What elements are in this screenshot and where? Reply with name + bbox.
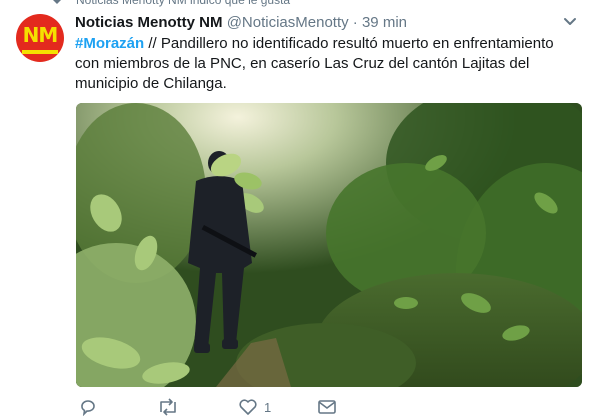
chevron-down-icon[interactable]: [563, 17, 577, 27]
tweet-body: // Pandillero no identificado resultó mu…: [75, 35, 554, 92]
like-icon: [239, 399, 257, 415]
avatar-logo: NM: [22, 23, 59, 47]
hashtag-link[interactable]: #Morazán: [75, 35, 144, 52]
reply-icon: [81, 400, 95, 416]
retweet-button[interactable]: [157, 398, 179, 418]
direct-message-button[interactable]: [317, 398, 337, 418]
tweet-header: Noticias Menotty NM @NoticiasMenotty · 3…: [75, 13, 407, 33]
avatar[interactable]: NM: [16, 14, 64, 62]
avatar-band: [22, 50, 58, 54]
timestamp[interactable]: 39 min: [362, 14, 407, 31]
author-name[interactable]: Noticias Menotty NM: [75, 14, 223, 31]
tweet-actions: 1: [75, 398, 495, 420]
like-button[interactable]: [238, 398, 258, 418]
photo-scene: [76, 103, 582, 387]
retweet-icon: [160, 398, 176, 416]
author-handle[interactable]: @NoticiasMenotty: [227, 14, 349, 31]
tweet-photo[interactable]: [76, 103, 582, 387]
like-count: 1: [264, 400, 272, 415]
tweet-text: #Morazán // Pandillero no identificado r…: [75, 34, 570, 94]
social-context: Noticias Menotty NM indicó que le gusta: [0, 0, 590, 9]
heart-icon: [53, 0, 61, 4]
context-text[interactable]: Noticias Menotty NM indicó que le gusta: [76, 0, 290, 9]
reply-button[interactable]: [79, 398, 97, 418]
direct-message-icon: [318, 400, 336, 414]
separator-dot: ·: [352, 14, 358, 31]
